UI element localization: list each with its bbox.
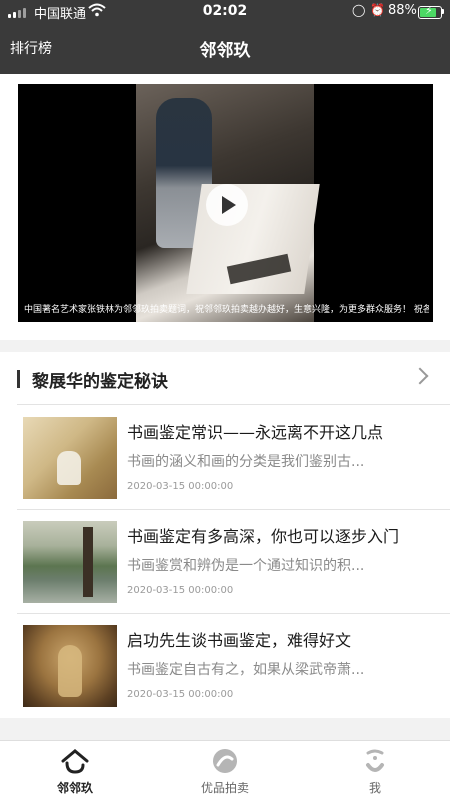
play-icon[interactable]	[206, 184, 248, 226]
article-date: 2020-03-15 00:00:00	[127, 481, 234, 492]
article-title: 书画鉴定有多高深，你也可以逐步入门	[127, 527, 400, 546]
article-date: 2020-03-15 00:00:00	[127, 585, 234, 596]
tab-label: 邻邻玖	[56, 781, 93, 795]
article-thumbnail	[23, 417, 117, 499]
article-summary: 书画的涵义和画的分类是我们鉴别古...	[127, 454, 365, 470]
article-item[interactable]: 启功先生谈书画鉴定，难得好文 书画鉴定自古有之，如果从梁武帝萧... 2020-…	[0, 613, 450, 717]
battery-charging-icon: ⚡	[418, 4, 442, 19]
tab-label: 我	[368, 781, 381, 795]
orientation-lock-icon: ◯	[352, 3, 366, 17]
section-accent-bar	[17, 370, 20, 388]
article-date: 2020-03-15 00:00:00	[127, 689, 234, 700]
section-divider	[0, 340, 450, 352]
tab-label: 优品拍卖	[200, 781, 249, 795]
article-title: 书画鉴定常识——永远离不开这几点	[127, 423, 384, 442]
article-title: 启功先生谈书画鉴定，难得好文	[127, 631, 352, 650]
article-item[interactable]: 书画鉴定常识——永远离不开这几点 书画的涵义和画的分类是我们鉴别古... 202…	[0, 405, 450, 509]
section-title: 黎展华的鉴定秘诀	[32, 372, 168, 392]
section-header[interactable]: 黎展华的鉴定秘诀	[0, 352, 450, 404]
top-bar: 中国联通 02:02 ◯ ⏰ 88% ⚡ 排行榜 邻邻玖	[0, 0, 450, 74]
article-item[interactable]: 书画鉴定有多高深，你也可以逐步入门 书画鉴赏和辨伪是一个通过知识的积... 20…	[0, 509, 450, 613]
article-thumbnail	[23, 521, 117, 603]
auction-icon	[205, 747, 245, 775]
section-divider	[0, 718, 450, 740]
chevron-right-icon	[411, 367, 429, 385]
alarm-icon: ⏰	[370, 3, 385, 17]
home-logo-icon	[55, 747, 95, 775]
article-summary: 书画鉴定自古有之，如果从梁武帝萧...	[127, 662, 365, 678]
page-title: 邻邻玖	[199, 41, 251, 61]
profile-icon	[355, 747, 395, 775]
video-caption: 中国著名艺术家张铁林为邻邻玖拍卖题词，祝邻邻玖拍卖越办越好，生意兴隆，为更多群众…	[24, 305, 429, 315]
tab-bar: 邻邻玖 优品拍卖 我	[0, 740, 450, 801]
article-summary: 书画鉴赏和辨伪是一个通过知识的积...	[127, 558, 365, 574]
tab-auction[interactable]: 优品拍卖	[150, 741, 300, 801]
tab-profile[interactable]: 我	[300, 741, 450, 801]
article-thumbnail	[23, 625, 117, 707]
status-bar: 中国联通 02:02 ◯ ⏰ 88% ⚡	[0, 0, 450, 24]
battery-percent: 88%	[388, 3, 417, 18]
tab-home[interactable]: 邻邻玖	[0, 741, 150, 801]
video-player[interactable]: 中国著名艺术家张铁林为邻邻玖拍卖题词，祝邻邻玖拍卖越办越好，生意兴隆，为更多群众…	[18, 84, 433, 322]
